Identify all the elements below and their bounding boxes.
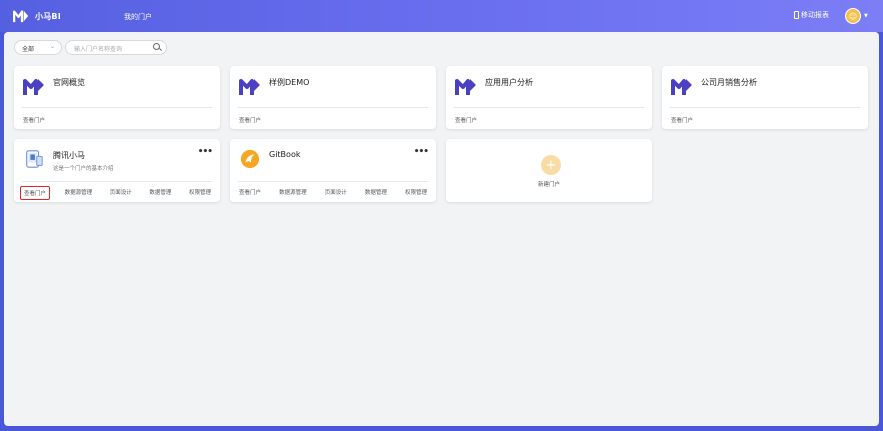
page-design-button[interactable]: 页面设计 <box>322 186 350 198</box>
divider <box>238 181 428 182</box>
divider <box>670 107 860 108</box>
avatar[interactable]: ☺ <box>845 8 861 24</box>
search-placeholder: 输入门户名称查询 <box>74 46 123 53</box>
more-options-icon[interactable]: ••• <box>414 147 429 157</box>
permission-manage-button[interactable]: 权限管理 <box>186 186 214 200</box>
divider <box>238 107 428 108</box>
device-screen-icon <box>26 150 43 168</box>
portal-card[interactable]: GitBook ••• 查看门户 数据源管理 页面设计 数据管理 权限管理 <box>230 139 436 202</box>
portal-title: 腾讯小马 <box>53 151 85 160</box>
portal-title: 应用用户分析 <box>485 78 533 87</box>
mobile-report-link[interactable]: 移动报表 <box>794 10 829 20</box>
card-actions: 查看门户 <box>236 114 430 126</box>
top-navbar: 小马BI 我的门户 移动报表 ☺ ▼ <box>0 0 883 32</box>
add-portal-label: 新建门户 <box>537 182 560 188</box>
data-manage-button[interactable]: 数据管理 <box>146 186 174 200</box>
nav-my-portal[interactable]: 我的门户 <box>124 12 152 22</box>
search-icon[interactable] <box>153 43 160 50</box>
card-actions: 查看门户 数据源管理 页面设计 数据管理 权限管理 <box>20 186 214 200</box>
datasource-manage-button[interactable]: 数据源管理 <box>276 186 310 198</box>
divider <box>22 181 212 182</box>
portal-logo-icon <box>239 79 260 95</box>
divider <box>22 107 212 108</box>
view-portal-button[interactable]: 查看门户 <box>20 114 48 126</box>
portal-title: 官网概览 <box>53 78 85 87</box>
portal-title: 样例DEMO <box>269 78 310 87</box>
view-portal-button[interactable]: 查看门户 <box>452 114 480 126</box>
app-logo[interactable]: 小马BI <box>13 9 61 23</box>
portal-logo-icon <box>671 79 692 95</box>
card-actions: 查看门户 <box>20 114 214 126</box>
view-portal-button[interactable]: 查看门户 <box>20 186 51 200</box>
permission-manage-button[interactable]: 权限管理 <box>402 186 430 198</box>
app-name: 小马BI <box>35 11 61 21</box>
portal-card[interactable]: 腾讯小马 这是一个门户的基本介绍 ••• 查看门户 数据源管理 页面设计 数据管… <box>14 139 220 202</box>
portal-card[interactable]: 样例DEMO 查看门户 <box>230 66 436 129</box>
add-portal-card[interactable]: + 新建门户 <box>446 139 652 202</box>
chevron-down-icon[interactable]: ▼ <box>864 13 868 19</box>
bottom-bar <box>0 426 883 431</box>
portal-description: 这是一个门户的基本介绍 <box>53 166 114 172</box>
plus-icon[interactable]: + <box>541 155 561 175</box>
portal-card[interactable]: 公司月销售分析 查看门户 <box>662 66 868 129</box>
divider <box>454 107 644 108</box>
filter-select-value: 全部 <box>22 46 35 53</box>
search-input[interactable]: 输入门户名称查询 <box>65 40 167 55</box>
data-manage-button[interactable]: 数据管理 <box>362 186 390 198</box>
portal-logo-icon <box>455 79 476 95</box>
phone-icon <box>794 11 799 19</box>
card-actions: 查看门户 数据源管理 页面设计 数据管理 权限管理 <box>236 186 430 198</box>
portal-logo-icon <box>23 79 44 95</box>
view-portal-button[interactable]: 查看门户 <box>668 114 696 126</box>
logo-m-icon <box>13 10 29 23</box>
view-portal-button[interactable]: 查看门户 <box>236 186 264 198</box>
portal-title: 公司月销售分析 <box>701 78 757 87</box>
more-options-icon[interactable]: ••• <box>198 147 213 157</box>
portal-title: GitBook <box>269 150 301 159</box>
datasource-manage-button[interactable]: 数据源管理 <box>62 186 96 200</box>
portal-card[interactable]: 应用用户分析 查看门户 <box>446 66 652 129</box>
card-actions: 查看门户 <box>668 114 862 126</box>
main-content: 全部 ⌄ 输入门户名称查询 官网概览 查看门户 样例DEMO 查看门户 应用用户… <box>4 32 879 426</box>
page-design-button[interactable]: 页面设计 <box>107 186 135 200</box>
card-actions: 查看门户 <box>452 114 646 126</box>
mobile-report-label: 移动报表 <box>801 11 829 19</box>
portal-card[interactable]: 官网概览 查看门户 <box>14 66 220 129</box>
view-portal-button[interactable]: 查看门户 <box>236 114 264 126</box>
filter-select[interactable]: 全部 ⌄ <box>14 40 62 55</box>
chevron-down-icon: ⌄ <box>49 43 55 50</box>
gitbook-icon <box>240 149 260 169</box>
